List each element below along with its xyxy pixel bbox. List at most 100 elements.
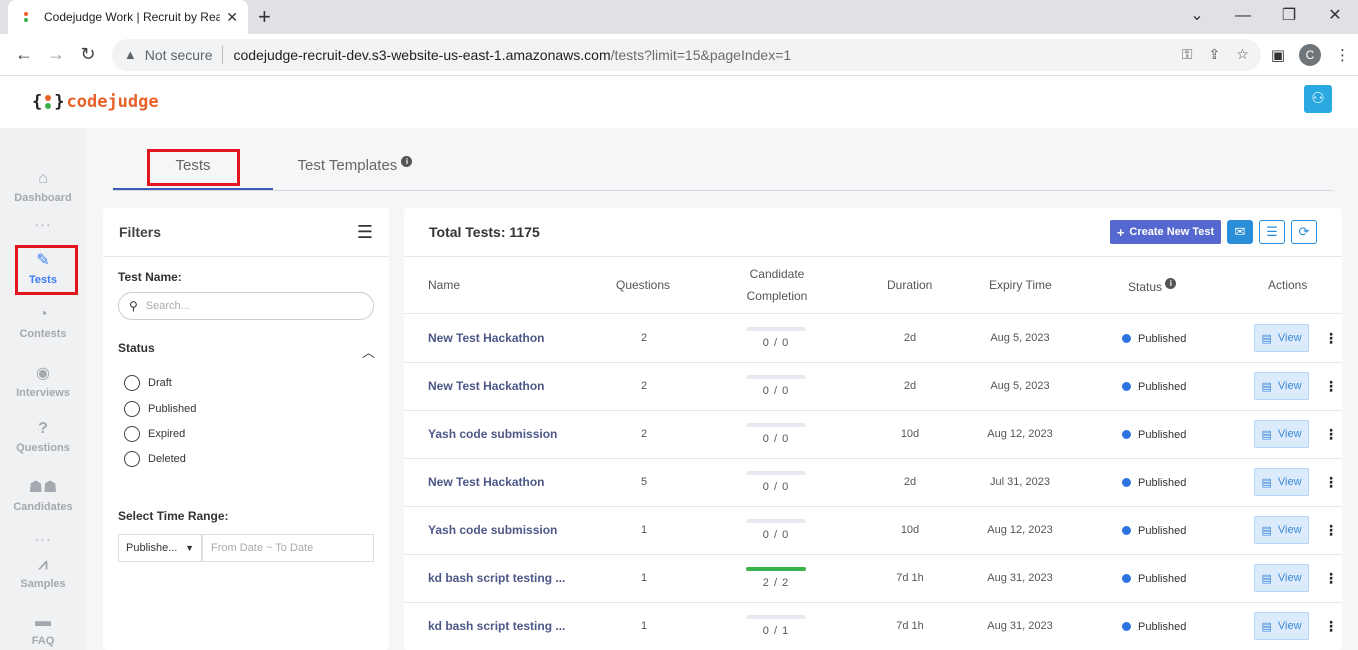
search-input[interactable]: ⚲ Search...	[118, 292, 374, 320]
more-options-icon[interactable]: ⋮	[1324, 603, 1338, 650]
more-options-icon[interactable]: ⋮	[1324, 507, 1338, 554]
share-icon[interactable]: ⇪	[1209, 46, 1221, 63]
questions-count: 2	[640, 380, 648, 392]
sidebar-item-faq[interactable]: ▬ FAQ	[0, 613, 86, 647]
warning-icon[interactable]: ▲	[124, 47, 137, 62]
table-row[interactable]: Yash code submission 2 0 / 0 10d Aug 12, 202…	[404, 411, 1342, 459]
status-radio-draft[interactable]: Draft	[124, 375, 172, 391]
test-name-link[interactable]: New Test Hackathon	[428, 315, 544, 362]
comments-icon: ▬	[35, 613, 51, 630]
col-duration: Duration	[887, 278, 933, 292]
completion-progress: 2 / 2	[746, 567, 806, 589]
date-range-input[interactable]: From Date ~ To Date	[202, 534, 374, 562]
view-label: View	[1277, 332, 1302, 344]
view-button[interactable]: ▤ View	[1254, 612, 1309, 640]
sidebar-item-samples[interactable]: ⩘ Samples	[0, 556, 86, 590]
more-options-icon[interactable]: ⋮	[1324, 459, 1338, 506]
radio-circle[interactable]	[124, 401, 140, 417]
profile-avatar[interactable]: C	[1299, 43, 1321, 66]
status-dot	[1122, 526, 1131, 535]
test-name-link[interactable]: Yash code submission	[428, 507, 557, 554]
users-icon: ☗☗	[28, 479, 58, 496]
view-button[interactable]: ▤ View	[1254, 420, 1309, 448]
view-button[interactable]: ▤ View	[1254, 564, 1309, 592]
close-tab-icon[interactable]: ✕	[226, 9, 238, 26]
close-window-icon[interactable]: ✕	[1312, 0, 1358, 34]
test-name-link[interactable]: New Test Hackathon	[428, 459, 544, 506]
radio-circle[interactable]	[124, 375, 140, 391]
col-name[interactable]: Name	[428, 278, 460, 292]
sidebar-item-candidates[interactable]: ☗☗ Candidates	[0, 477, 86, 513]
chevron-up-icon[interactable]: ︿	[362, 342, 375, 361]
more-options-icon[interactable]: ⋮	[1324, 363, 1338, 410]
status-radio-expired[interactable]: Expired	[124, 426, 185, 442]
table-row[interactable]: kd bash script testing ... 1 2 / 2 7d 1h Aug…	[404, 555, 1342, 603]
sidebar-item-label: Contests	[19, 328, 67, 340]
status-badge: Published	[1122, 555, 1186, 602]
restore-icon[interactable]: ❐	[1266, 0, 1312, 34]
radio-circle[interactable]	[124, 426, 140, 442]
url-host: codejudge-recruit-dev.s3-website-us-east…	[233, 46, 611, 63]
key-icon[interactable]: ⚿	[1182, 46, 1193, 63]
browser-tab[interactable]: Codejudge Work | Recruit by Rea ✕	[8, 0, 248, 34]
view-label: View	[1277, 428, 1302, 440]
tab-test-templates[interactable]: Test Templates i	[285, 145, 425, 190]
radio-circle[interactable]	[124, 451, 140, 467]
minimize-icon[interactable]: —	[1220, 0, 1266, 34]
window-controls: ⌄ — ❐ ✕	[1174, 0, 1358, 34]
refresh-icon[interactable]: ⟳	[1291, 220, 1317, 244]
url-field[interactable]: ▲ Not secure codejudge-recruit-dev.s3-we…	[111, 38, 1261, 71]
back-icon[interactable]: ←	[8, 44, 40, 65]
hamburger-icon[interactable]: ☰	[357, 222, 373, 243]
table-row[interactable]: kd bash script testing ... 1 0 / 1 7d 1h Aug…	[404, 603, 1342, 650]
table-row[interactable]: Yash code submission 1 0 / 0 10d Aug 12, 202…	[404, 507, 1342, 555]
test-name-link[interactable]: New Test Hackathon	[428, 363, 544, 410]
new-tab-icon[interactable]: +	[258, 4, 271, 30]
url-path: /tests?limit=15&pageIndex=1	[610, 46, 792, 63]
view-button[interactable]: ▤ View	[1254, 468, 1309, 496]
questions-count: 1	[640, 524, 648, 536]
more-options-icon[interactable]: ⋮	[1324, 315, 1338, 362]
status-radio-published[interactable]: Published	[124, 401, 196, 417]
progress-track	[746, 423, 806, 427]
line-chart-icon: ⩘	[38, 556, 48, 573]
completion-text: 0 / 0	[762, 529, 790, 541]
create-new-test-button[interactable]: + Create New Test	[1110, 220, 1221, 244]
test-name-link[interactable]: kd bash script testing ...	[428, 555, 565, 602]
more-options-icon[interactable]: ⋮	[1324, 411, 1338, 458]
menu-icon[interactable]: ⋮	[1335, 46, 1350, 64]
view-label: View	[1277, 524, 1302, 536]
view-button[interactable]: ▤ View	[1254, 516, 1309, 544]
info-icon[interactable]: i	[1165, 278, 1177, 289]
codejudge-logo[interactable]: { } codejudge	[32, 92, 159, 112]
time-type-select[interactable]: Publishe... ▼	[118, 534, 202, 562]
duration-value: 2d	[903, 476, 917, 488]
table-row[interactable]: New Test Hackathon 2 0 / 0 2d Aug 5, 2023 Pub…	[404, 315, 1342, 363]
test-name-link[interactable]: Yash code submission	[428, 411, 557, 458]
sidebar-item-contests[interactable]: ◔ Contests	[0, 306, 86, 340]
view-button[interactable]: ▤ View	[1254, 324, 1309, 352]
sidepanel-icon[interactable]: ▣	[1271, 46, 1285, 64]
table-row[interactable]: New Test Hackathon 5 0 / 0 2d Jul 31, 2023 Pu…	[404, 459, 1342, 507]
sidebar-item-questions[interactable]: ? Questions	[0, 420, 86, 454]
test-name-link[interactable]: kd bash script testing ...	[428, 603, 565, 650]
chevron-down-icon[interactable]: ⌄	[1174, 0, 1220, 34]
col-actions: Actions	[1268, 278, 1308, 292]
forward-icon[interactable]: →	[40, 44, 72, 65]
star-icon[interactable]: ☆	[1236, 46, 1249, 63]
sidebar-item-interviews[interactable]: ◉ Interviews	[0, 363, 86, 399]
list-icon[interactable]: ☰	[1259, 220, 1285, 244]
table-row[interactable]: New Test Hackathon 2 0 / 0 2d Aug 5, 2023 Pub…	[404, 363, 1342, 411]
duration-value: 10d	[900, 524, 920, 536]
url-text: codejudge-recruit-dev.s3-website-us-east…	[233, 47, 1165, 63]
status-radio-deleted[interactable]: Deleted	[124, 451, 186, 467]
total-tests: Total Tests: 1175	[429, 224, 540, 240]
view-button[interactable]: ▤ View	[1254, 372, 1309, 400]
duration-value: 10d	[900, 428, 920, 440]
user-icon[interactable]: ⚇	[1304, 85, 1332, 113]
email-icon[interactable]: ✉	[1227, 220, 1253, 244]
reload-icon[interactable]: ↻	[72, 44, 104, 65]
info-icon[interactable]: i	[401, 156, 413, 167]
more-options-icon[interactable]: ⋮	[1324, 555, 1338, 602]
sidebar-item-dashboard[interactable]: ⌂ Dashboard	[0, 170, 86, 204]
